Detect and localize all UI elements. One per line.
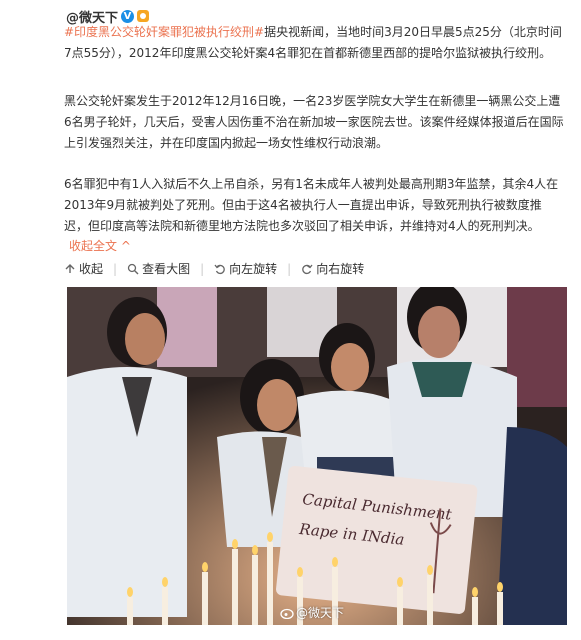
weibo-logo-icon	[280, 608, 294, 619]
post-photo[interactable]: Capital Punishment Rape in INdia	[67, 287, 567, 625]
weibo-post: @微天下 V #印度黑公交轮奸案罪犯被执行绞刑#据央视新闻，当地时间3月20日早…	[0, 0, 581, 640]
image-toolbar: 收起 | 查看大图 | 向左旋转 | 向右旋转	[64, 260, 374, 277]
toolbar-divider: |	[200, 261, 205, 276]
view-large-button[interactable]: 查看大图	[127, 260, 190, 277]
post-paragraph-2: 黑公交轮奸案发生于2012年12月16日晚，一名23岁医学院女大学生在新德里一辆…	[64, 94, 564, 150]
rotate-right-button[interactable]: 向右旋转	[301, 260, 364, 277]
post-paragraph-3: 6名罪犯中有1人入狱后不久上吊自杀，另有1名未成年人被判处最高刑期3年监禁，其余…	[64, 177, 559, 233]
collapse-full-text-link[interactable]: 收起全文 ^	[69, 237, 131, 254]
watermark-text: @微天下	[296, 606, 345, 620]
collapse-arrow-icon	[65, 263, 75, 273]
view-large-label: 查看大图	[142, 262, 191, 276]
rotate-left-icon	[214, 264, 225, 274]
photo-watermark: @微天下	[280, 604, 344, 621]
post-paragraph-1: #印度黑公交轮奸案罪犯被执行绞刑#据央视新闻，当地时间3月20日早晨5点25分（…	[64, 22, 564, 64]
verified-v-icon: V	[121, 9, 135, 23]
toolbar-divider: |	[287, 261, 292, 276]
toolbar-divider: |	[113, 261, 118, 276]
protest-sign: Capital Punishment Rape in INdia	[276, 466, 478, 614]
rotate-right-icon	[302, 264, 313, 274]
protest-photo-illustration: Capital Punishment Rape in INdia	[67, 287, 567, 625]
member-badge-icon	[137, 10, 150, 22]
rotate-left-label: 向左旋转	[229, 262, 278, 276]
magnifier-icon	[127, 263, 139, 274]
collect-label: 收起	[79, 262, 104, 276]
rotate-right-label: 向右旋转	[316, 262, 365, 276]
rotate-left-button[interactable]: 向左旋转	[214, 260, 277, 277]
collect-button[interactable]: 收起	[64, 260, 103, 277]
topic-link[interactable]: #印度黑公交轮奸案罪犯被执行绞刑#	[64, 25, 264, 39]
